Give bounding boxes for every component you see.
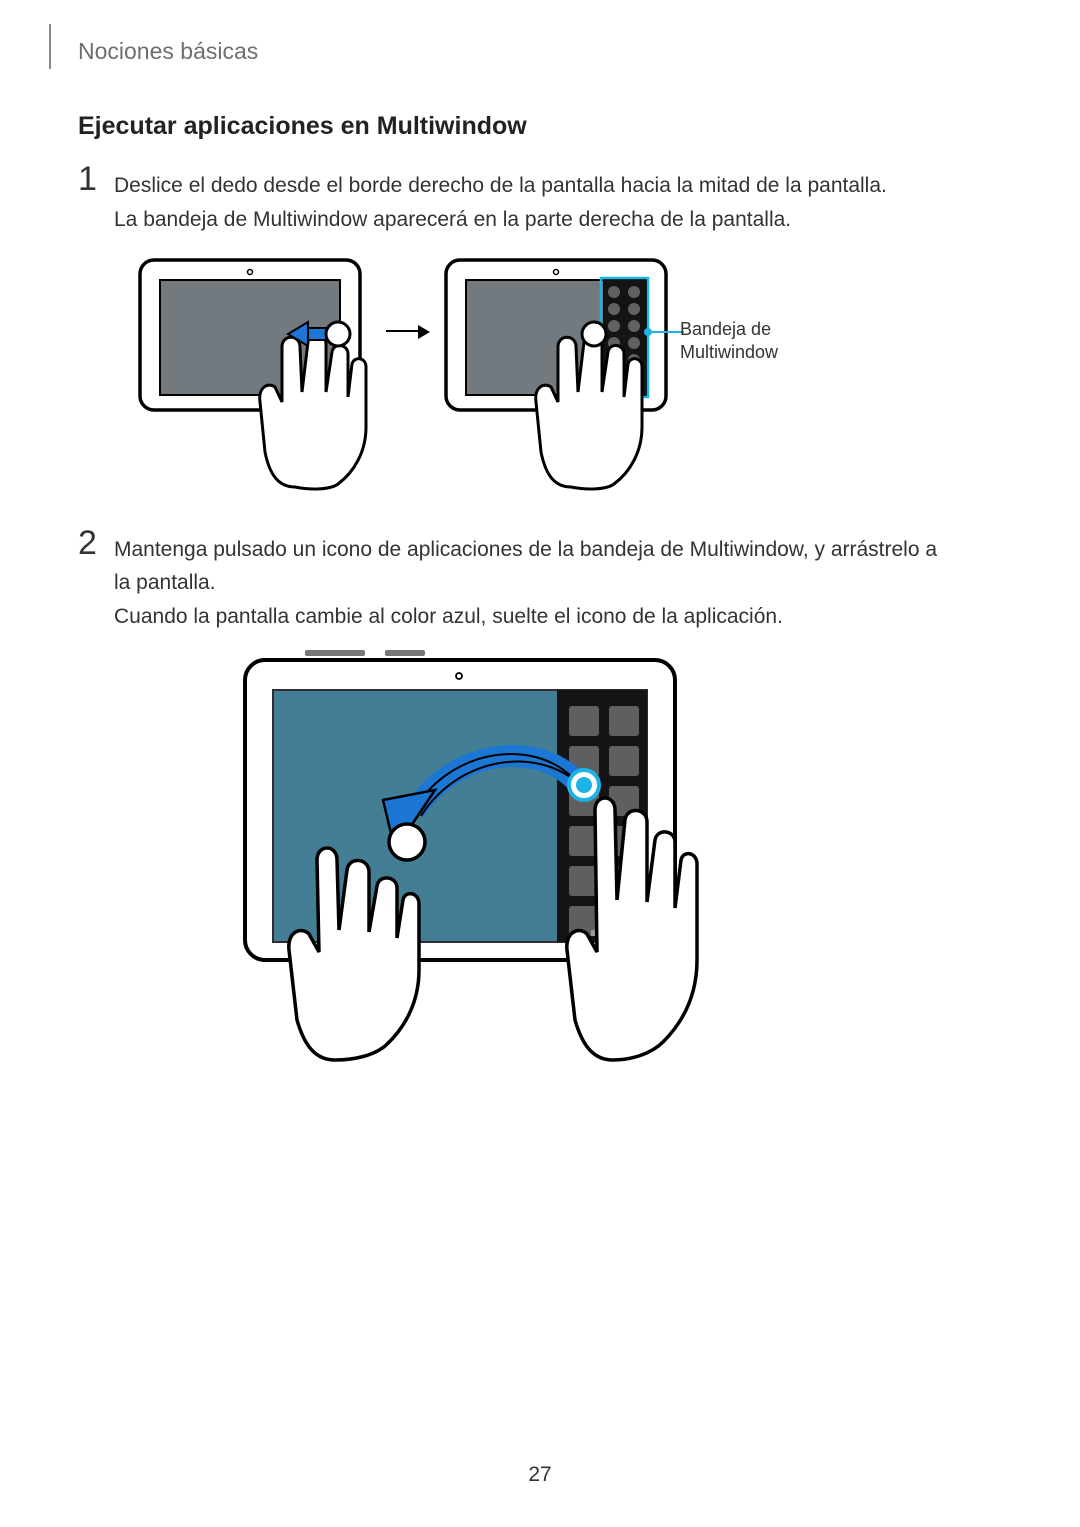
step-number-2: 2 bbox=[78, 524, 97, 563]
step-number-1: 1 bbox=[78, 160, 97, 199]
header-divider-line bbox=[49, 24, 51, 69]
section-heading: Ejecutar aplicaciones en Multiwindow bbox=[78, 112, 527, 141]
callout-line1: Bandeja de bbox=[680, 319, 771, 339]
callout-line2: Multiwindow bbox=[680, 342, 778, 362]
callout-tray-label: Bandeja de Multiwindow bbox=[680, 318, 778, 365]
step1-line2: La bandeja de Multiwindow aparecerá en l… bbox=[114, 204, 791, 237]
figure-step2 bbox=[235, 650, 735, 1070]
breadcrumb: Nociones básicas bbox=[78, 38, 258, 65]
step2-line1: Mantenga pulsado un icono de aplicacione… bbox=[114, 534, 944, 599]
step2-line2: Cuando la pantalla cambie al color azul,… bbox=[114, 601, 783, 634]
page-number: 27 bbox=[0, 1463, 1080, 1487]
figure-step1 bbox=[130, 252, 690, 512]
step1-line1: Deslice el dedo desde el borde derecho d… bbox=[114, 170, 887, 203]
